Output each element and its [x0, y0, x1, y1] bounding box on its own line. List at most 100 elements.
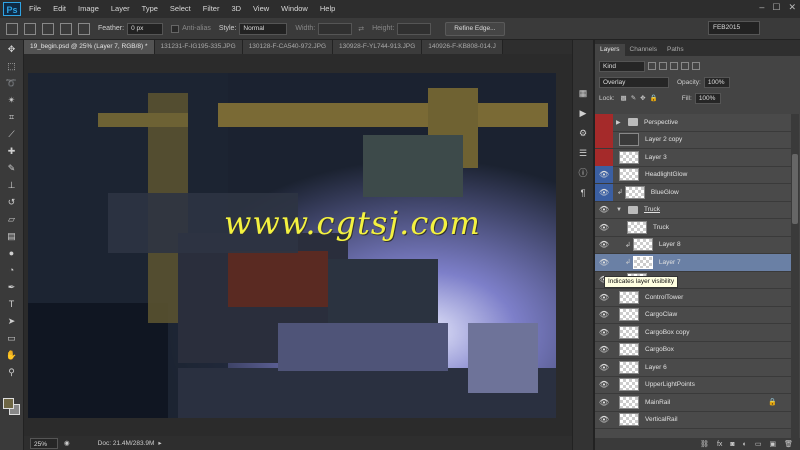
- layer-row[interactable]: 👁 ↲ Layer 7: [595, 254, 791, 272]
- layers-scrollbar[interactable]: [791, 114, 799, 438]
- layer-row[interactable]: 👁 ▼ Truck: [595, 201, 791, 219]
- pen-tool-icon[interactable]: ✒: [4, 280, 20, 295]
- antialias-checkbox[interactable]: [171, 24, 180, 33]
- brush-tool-icon[interactable]: ✎: [4, 161, 20, 176]
- eye-icon[interactable]: 👁: [595, 394, 613, 411]
- swap-icon[interactable]: ⇄: [358, 25, 364, 33]
- layer-row[interactable]: ▶ Perspective: [595, 114, 791, 132]
- tab-layers[interactable]: Layers: [595, 44, 625, 56]
- visibility-toggle[interactable]: [595, 148, 613, 166]
- layer-row[interactable]: 👁 Layer 6: [595, 359, 791, 377]
- chevron-right-icon[interactable]: ▶: [616, 119, 622, 126]
- chevron-down-icon[interactable]: ▼: [616, 207, 622, 213]
- history-brush-icon[interactable]: ↺: [4, 195, 20, 210]
- path-selection-icon[interactable]: ➤: [4, 314, 20, 329]
- menu-3d[interactable]: 3D: [225, 0, 247, 18]
- minimize-icon[interactable]: –: [759, 2, 764, 13]
- layer-row[interactable]: 👁 ↲ Layer 8: [595, 236, 791, 254]
- intersect-selection-icon[interactable]: [78, 22, 90, 35]
- layer-row[interactable]: Layer 3: [595, 148, 791, 167]
- eye-icon[interactable]: 👁: [595, 411, 613, 428]
- eye-icon[interactable]: 👁: [595, 166, 613, 184]
- visibility-toggle[interactable]: [595, 131, 613, 149]
- tab-130128[interactable]: 130128-F-CA540-972.JPG: [242, 40, 334, 54]
- add-selection-icon[interactable]: [42, 22, 54, 35]
- eye-icon[interactable]: 👁: [595, 289, 613, 306]
- menu-layer[interactable]: Layer: [105, 0, 136, 18]
- subtract-selection-icon[interactable]: [60, 22, 72, 35]
- fill-input[interactable]: 100%: [694, 92, 721, 104]
- eye-icon[interactable]: 👁: [595, 254, 613, 271]
- properties-panel-icon[interactable]: ☰: [576, 146, 590, 160]
- new-layer-icon[interactable]: ▣: [769, 440, 776, 448]
- layer-row[interactable]: 👁 ControlTower: [595, 289, 791, 307]
- clone-stamp-icon[interactable]: ⊥: [4, 178, 20, 193]
- eye-icon[interactable]: 👁: [595, 236, 613, 253]
- eye-icon[interactable]: 👁: [595, 306, 613, 323]
- marquee-preset-icon[interactable]: [6, 22, 18, 35]
- status-arrow-icon[interactable]: ▸: [158, 439, 161, 447]
- filter-pixel-icon[interactable]: [648, 62, 656, 70]
- eye-icon[interactable]: 👁: [595, 376, 613, 393]
- menu-view[interactable]: View: [247, 0, 275, 18]
- healing-brush-icon[interactable]: ✚: [4, 144, 20, 159]
- style-select[interactable]: Normal: [239, 22, 288, 35]
- hand-tool-icon[interactable]: ✋: [4, 348, 20, 363]
- magic-wand-icon[interactable]: ✴: [4, 93, 20, 108]
- adjustment-layer-icon[interactable]: ◐: [743, 441, 747, 448]
- character-panel-icon[interactable]: ¶: [576, 186, 590, 200]
- menu-type[interactable]: Type: [136, 0, 164, 18]
- zoom-level[interactable]: 25%: [30, 437, 58, 449]
- eye-icon[interactable]: 👁: [595, 183, 613, 201]
- width-input[interactable]: [318, 22, 353, 35]
- eye-icon[interactable]: 👁: [595, 324, 613, 341]
- blend-mode-select[interactable]: Overlay: [599, 76, 669, 88]
- marquee-tool-icon[interactable]: ⬚: [4, 59, 20, 74]
- layer-row[interactable]: 👁 MainRail 🔒: [595, 394, 791, 412]
- eraser-icon[interactable]: ▱: [4, 212, 20, 227]
- visibility-toggle[interactable]: [595, 114, 613, 131]
- layer-row[interactable]: 👁 UpperLightPoints: [595, 376, 791, 394]
- type-tool-icon[interactable]: T: [4, 297, 20, 312]
- layer-row[interactable]: 👁 CargoBox copy: [595, 324, 791, 342]
- shape-tool-icon[interactable]: ▭: [4, 331, 20, 346]
- tab-131231[interactable]: 131231-F-IG195-335.JPG: [154, 40, 243, 54]
- eye-icon[interactable]: 👁: [595, 359, 613, 376]
- menu-select[interactable]: Select: [164, 0, 197, 18]
- layer-row[interactable]: 👁 Truck: [595, 219, 791, 237]
- menu-filter[interactable]: Filter: [197, 0, 226, 18]
- workspace-select[interactable]: FEB2015: [708, 21, 760, 35]
- maximize-icon[interactable]: ☐: [772, 2, 780, 13]
- new-group-icon[interactable]: ▭: [755, 440, 762, 448]
- lock-transparency-icon[interactable]: ▩: [621, 94, 627, 102]
- filter-shape-icon[interactable]: [681, 62, 689, 70]
- tab-140926[interactable]: 140926-F-KB808-014.J: [422, 40, 503, 54]
- opacity-input[interactable]: 100%: [703, 76, 730, 88]
- layer-row[interactable]: 👁 VerticalRail: [595, 411, 791, 429]
- layer-row[interactable]: 👁 HeadlightGlow: [595, 166, 791, 184]
- lock-position-icon[interactable]: ✥: [640, 94, 645, 102]
- eye-icon[interactable]: 👁: [595, 341, 613, 358]
- blur-tool-icon[interactable]: ●: [4, 246, 20, 261]
- actions-panel-icon[interactable]: ▶: [576, 106, 590, 120]
- filter-adjustment-icon[interactable]: [659, 62, 667, 70]
- height-input[interactable]: [397, 22, 432, 35]
- feather-input[interactable]: 0 px: [127, 22, 164, 35]
- layer-row[interactable]: Layer 2 copy: [595, 131, 791, 149]
- new-selection-icon[interactable]: [24, 22, 36, 35]
- tab-channels[interactable]: Channels: [625, 44, 662, 56]
- lock-all-icon[interactable]: 🔒: [650, 94, 658, 102]
- tab-paths[interactable]: Paths: [662, 44, 689, 56]
- document-canvas[interactable]: www.cgtsj.com: [28, 73, 556, 418]
- menu-edit[interactable]: Edit: [47, 0, 72, 18]
- crop-tool-icon[interactable]: ⌗: [4, 110, 20, 125]
- layer-row[interactable]: 👁 ↲ BlueGlow: [595, 183, 791, 202]
- eye-icon[interactable]: 👁: [595, 219, 613, 236]
- lasso-tool-icon[interactable]: ➰: [4, 76, 20, 91]
- move-tool-icon[interactable]: ✥: [4, 42, 20, 57]
- gradient-tool-icon[interactable]: ▤: [4, 229, 20, 244]
- menu-help[interactable]: Help: [314, 0, 341, 18]
- menu-window[interactable]: Window: [275, 0, 314, 18]
- menu-image[interactable]: Image: [72, 0, 105, 18]
- zoom-tool-icon[interactable]: ⚲: [4, 365, 20, 380]
